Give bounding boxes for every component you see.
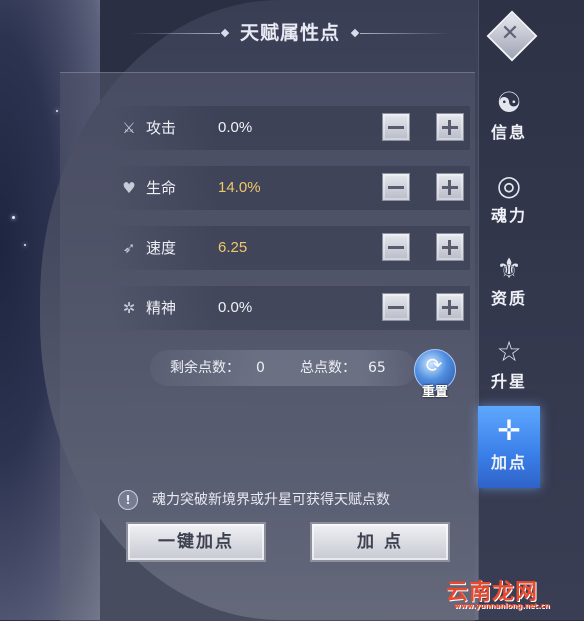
star-up-icon: ☆ <box>496 335 522 368</box>
spirit-plus-button[interactable] <box>436 293 464 321</box>
hint-text: 魂力突破新境界或升星可获得天赋点数 <box>152 492 390 508</box>
remaining-points-value: 0 <box>256 360 265 376</box>
health-plus-button[interactable] <box>436 173 464 201</box>
add-point-button[interactable]: 加 点 <box>310 522 450 562</box>
plus-icon-vertical <box>448 300 451 315</box>
total-points-value: 65 <box>368 360 386 376</box>
one-click-add-label: 一键加点 <box>158 532 234 552</box>
total-points-label: 总点数： <box>300 360 356 376</box>
close-button[interactable]: ✕ <box>486 10 538 62</box>
tab-label: 资质 <box>490 289 527 308</box>
one-click-add-button[interactable]: 一键加点 <box>126 522 266 562</box>
star-sparkle <box>56 110 58 112</box>
star-sparkle <box>12 216 15 219</box>
watermark-logo: 云南龙网 www.yunnanlong.net.cn <box>446 574 550 610</box>
tab-label: 信息 <box>490 123 527 142</box>
tab-info[interactable]: ☯ 信息 <box>478 80 540 158</box>
spirit-minus-button[interactable] <box>382 293 410 321</box>
tab-star-up[interactable]: ☆ 升星 <box>478 329 540 407</box>
speed-minus-button[interactable] <box>382 233 410 261</box>
stat-row-health: ♥ 生命 14.0% <box>110 166 470 210</box>
soul-power-icon: ◎ <box>496 169 522 202</box>
tab-add-point[interactable]: ✛ 加点 <box>478 406 540 488</box>
heart-icon: ♥ <box>122 179 136 197</box>
star-sparkle <box>24 244 26 246</box>
attack-minus-button[interactable] <box>382 113 410 141</box>
reset-button[interactable]: ⟳ 重置 <box>414 349 456 400</box>
title-bar: 天赋属性点 <box>130 18 450 48</box>
watermark-url: www.yunnanlong.net.cn <box>454 602 550 610</box>
tab-label: 升星 <box>490 372 527 391</box>
title-diamond-left <box>220 28 230 38</box>
speed-plus-button[interactable] <box>436 233 464 261</box>
title-diamond-right <box>350 28 360 38</box>
plus-icon-vertical <box>448 180 451 195</box>
attack-plus-button[interactable] <box>436 113 464 141</box>
wing-icon: ➶ <box>122 239 136 257</box>
title-ornament-left <box>130 33 220 34</box>
tab-aptitude[interactable]: ⚜ 资质 <box>478 246 540 324</box>
spirit-icon: ✲ <box>122 299 136 317</box>
info-icon: ! <box>118 490 138 510</box>
stat-value: 14.0% <box>218 179 261 196</box>
info-emblem-icon: ☯ <box>496 86 522 119</box>
remaining-points-label: 剩余点数： <box>170 360 240 376</box>
aptitude-icon: ⚜ <box>496 252 522 285</box>
stat-label: 精神 <box>146 299 177 317</box>
close-icon: ✕ <box>500 21 520 46</box>
minus-icon <box>388 126 404 129</box>
minus-icon <box>388 306 404 309</box>
add-point-icon: ✛ <box>497 414 521 447</box>
points-summary: 剩余点数： 0 总点数： 65 <box>150 350 416 386</box>
title-ornament-right <box>360 33 450 34</box>
tab-label: 加点 <box>490 453 527 472</box>
health-minus-button[interactable] <box>382 173 410 201</box>
plus-icon-vertical <box>448 240 451 255</box>
stat-label: 生命 <box>146 179 177 197</box>
stat-row-speed: ➶ 速度 6.25 <box>110 226 470 270</box>
stat-label: 速度 <box>146 239 177 257</box>
tab-label: 魂力 <box>490 206 527 225</box>
stat-value: 6.25 <box>218 239 248 256</box>
refresh-icon: ⟳ <box>425 353 443 377</box>
stat-label: 攻击 <box>146 119 177 137</box>
stat-row-spirit: ✲ 精神 0.0% <box>110 286 470 330</box>
stat-row-attack: ⚔ 攻击 0.0% <box>110 106 470 150</box>
reset-label: 重置 <box>421 385 448 400</box>
minus-icon <box>388 186 404 189</box>
stat-value: 0.0% <box>218 119 253 136</box>
tab-soul-power[interactable]: ◎ 魂力 <box>478 163 540 241</box>
add-point-label: 加 点 <box>357 532 403 552</box>
sword-icon: ⚔ <box>122 119 136 137</box>
stat-value: 0.0% <box>218 299 253 316</box>
plus-icon-vertical <box>448 120 451 135</box>
minus-icon <box>388 246 404 249</box>
page-title: 天赋属性点 <box>239 22 340 44</box>
